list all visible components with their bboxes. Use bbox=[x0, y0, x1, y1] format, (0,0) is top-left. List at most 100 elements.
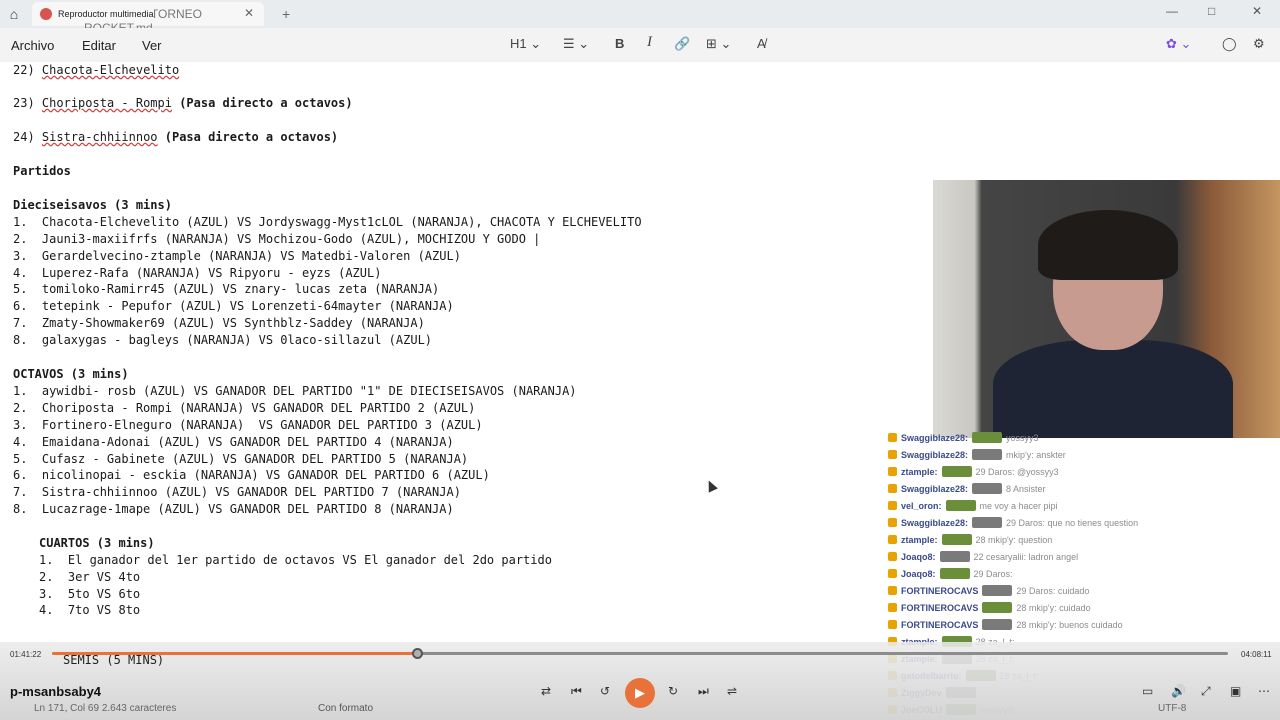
chevron-down-icon: ⌄ bbox=[530, 36, 542, 51]
link-icon[interactable]: 🔗 bbox=[674, 36, 690, 52]
next-icon[interactable]: ⏭ bbox=[698, 684, 709, 699]
volume-icon[interactable]: 🔊 bbox=[1171, 684, 1186, 698]
doc-line: 24) Sistra-chhiinnoo (Pasa directo a oct… bbox=[13, 130, 339, 144]
shuffle-icon[interactable]: ⇄ bbox=[541, 684, 551, 698]
chat-message: vel_oron: me voy a hacer pipi bbox=[888, 500, 1058, 511]
match-line: 1. aywidbi- rosb (AZUL) VS GANADOR DEL P… bbox=[13, 384, 577, 398]
status-position: Ln 171, Col 69 2.643 caracteres bbox=[34, 703, 177, 714]
close-window-icon[interactable]: ✕ bbox=[1252, 4, 1262, 18]
play-button[interactable]: ▶ bbox=[625, 678, 655, 708]
menu-archivo[interactable]: Archivo bbox=[11, 38, 54, 53]
seek-bar-handle[interactable] bbox=[411, 648, 423, 659]
chat-emote-icon bbox=[982, 619, 1013, 630]
seek-bar-progress bbox=[52, 652, 417, 655]
repeat-off-icon[interactable]: ⇌ bbox=[727, 684, 737, 698]
fullscreen-icon[interactable]: ⤢ bbox=[1201, 684, 1211, 699]
chat-emote-icon bbox=[972, 517, 1003, 528]
chat-username: Swaggiblaze28: bbox=[901, 517, 969, 528]
match-line: 3. 5to VS 6to bbox=[39, 587, 141, 601]
clear-format-icon[interactable]: A̸ bbox=[757, 36, 766, 51]
chat-message: FORTINEROCAVS 29 Daros: cuidado bbox=[888, 585, 1089, 596]
chat-text: 29 Daros: bbox=[973, 568, 1013, 579]
list-icon[interactable]: ☰ ⌄ bbox=[563, 36, 589, 52]
media-player-bar: SEMIS (5 MINS) 01:41:22 04:08:11 p-msanb… bbox=[0, 642, 1280, 720]
more-options-icon[interactable]: ⋯ bbox=[1258, 684, 1270, 698]
webcam-person-body bbox=[993, 340, 1233, 438]
new-tab-icon[interactable]: + bbox=[282, 6, 290, 22]
doc-line-partial: SEMIS (5 MINS) bbox=[63, 653, 165, 667]
match-line: 1. Chacota-Elchevelito (AZUL) VS Jordysw… bbox=[13, 215, 642, 229]
match-line: 1. El ganador del 1er partido de octavos… bbox=[39, 553, 552, 567]
chat-badge-icon bbox=[888, 450, 897, 459]
section-heading: Dieciseisavos (3 mins) bbox=[13, 198, 172, 212]
chat-message: ztample: 28 mkip'y: question bbox=[888, 534, 1052, 545]
current-time: 01:41:22 bbox=[10, 650, 42, 659]
match-line: 2. Choriposta - Rompi (NARANJA) VS GANAD… bbox=[13, 401, 476, 415]
chat-username: FORTINEROCAVS bbox=[901, 585, 979, 596]
table-icon[interactable]: ⊞ ⌄ bbox=[706, 36, 731, 52]
chat-text: me voy a hacer pipi bbox=[979, 500, 1058, 511]
chat-emote-icon bbox=[982, 585, 1013, 596]
rewind-10-icon[interactable]: ↺ bbox=[600, 684, 610, 698]
chat-badge-icon bbox=[888, 467, 897, 476]
heading-dropdown[interactable]: H1 ⌄ bbox=[510, 36, 541, 52]
chat-badge-icon bbox=[888, 552, 897, 561]
account-icon[interactable]: ◯ bbox=[1222, 36, 1237, 52]
chat-badge-icon bbox=[888, 484, 897, 493]
previous-icon[interactable]: ⏮ bbox=[571, 684, 582, 699]
match-line: 4. Luperez-Rafa (NARANJA) VS Ripyoru - e… bbox=[13, 266, 382, 280]
section-heading: OCTAVOS (3 mins) bbox=[13, 367, 129, 381]
chat-message: Swaggiblaze28: yossyy3 bbox=[888, 432, 1039, 443]
chat-text: 8 Ansister bbox=[1006, 483, 1046, 494]
forward-30-icon[interactable]: ↻ bbox=[668, 684, 678, 698]
chat-username: ztample: bbox=[901, 534, 938, 545]
total-time: 04:08:11 bbox=[1241, 650, 1272, 659]
chat-username: FORTINEROCAVS bbox=[901, 602, 979, 613]
home-icon[interactable]: ⌂ bbox=[0, 0, 28, 28]
chat-username: Joaqo8: bbox=[901, 568, 936, 579]
heading-label: H1 bbox=[510, 36, 527, 51]
seek-bar[interactable] bbox=[52, 648, 1228, 659]
chat-emote-icon bbox=[972, 449, 1003, 460]
chat-username: Swaggiblaze28: bbox=[901, 432, 969, 443]
chat-badge-icon bbox=[888, 535, 897, 544]
chat-badge-icon bbox=[888, 433, 897, 442]
chat-badge-icon bbox=[888, 501, 897, 510]
chat-badge-icon bbox=[888, 518, 897, 527]
chat-message: FORTINEROCAVS 28 mkip'y: buenos cuidado bbox=[888, 619, 1123, 630]
miniplayer-icon[interactable]: ▭ bbox=[1142, 684, 1153, 698]
match-line: 6. nicolinopai - esckia (NARANJA) VS GAN… bbox=[13, 468, 490, 482]
cast-icon[interactable]: ▣ bbox=[1230, 684, 1241, 698]
chat-emote-icon bbox=[941, 534, 972, 545]
copilot-icon[interactable]: ✿ ⌄ bbox=[1166, 36, 1191, 52]
match-line: 8. galaxygas - bagleys (NARANJA) VS 0lac… bbox=[13, 333, 433, 347]
italic-icon[interactable]: I bbox=[647, 34, 652, 51]
match-line: 7. Sistra-chhiinnoo (AZUL) VS GANADOR DE… bbox=[13, 485, 461, 499]
chat-text: 28 mkip'y: buenos cuidado bbox=[1016, 619, 1123, 630]
bold-icon[interactable]: B bbox=[615, 36, 624, 51]
tab-close-icon[interactable]: ✕ bbox=[244, 6, 254, 20]
chat-emote-icon bbox=[972, 483, 1003, 494]
media-title: p-msanbsaby4 bbox=[10, 684, 102, 699]
chat-badge-icon bbox=[888, 603, 897, 612]
gear-icon[interactable]: ⚙ bbox=[1253, 36, 1265, 52]
tab-notepad[interactable]: Reproductor multimedia INVITADOS TORNEO … bbox=[32, 2, 264, 35]
match-line: 8. Lucazrage-1mape (AZUL) VS GANADOR DEL… bbox=[13, 502, 454, 516]
chat-message: ztample: 29 Daros: @yossyy3 bbox=[888, 466, 1059, 477]
minimize-icon[interactable]: — bbox=[1166, 4, 1178, 18]
chat-message: FORTINEROCAVS 28 mkip'y: cuidado bbox=[888, 602, 1091, 613]
match-line: 5. tomiloko-Ramirr45 (AZUL) VS znary- lu… bbox=[13, 282, 440, 296]
match-line: 2. 3er VS 4to bbox=[39, 570, 141, 584]
match-line: 6. tetepink - Pepufor (AZUL) VS Lorenzet… bbox=[13, 299, 454, 313]
chat-badge-icon bbox=[888, 620, 897, 629]
play-icon: ▶ bbox=[635, 685, 645, 700]
menu-editar[interactable]: Editar bbox=[82, 38, 116, 53]
title-bar: ⌂ Reproductor multimedia INVITADOS TORNE… bbox=[0, 0, 1280, 35]
menu-ver[interactable]: Ver bbox=[142, 38, 162, 53]
maximize-icon[interactable]: □ bbox=[1208, 4, 1215, 18]
chat-username: Swaggiblaze28: bbox=[901, 449, 969, 460]
chat-emote-icon bbox=[939, 551, 970, 562]
chat-username: vel_oron: bbox=[901, 500, 942, 511]
chat-emote-icon bbox=[972, 432, 1003, 443]
media-player-icon bbox=[40, 8, 52, 20]
